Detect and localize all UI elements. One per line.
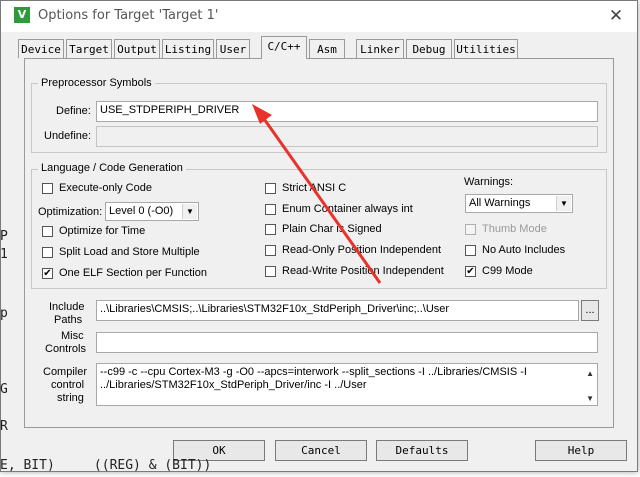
include-paths-label-line2: Paths — [54, 314, 83, 326]
thumb-mode-checkbox[interactable] — [465, 224, 476, 235]
tab-asm[interactable]: Asm — [309, 39, 345, 58]
undefine-input[interactable] — [96, 126, 598, 147]
misc-controls-label-line1: Misc — [61, 330, 84, 342]
thumb-mode-label: Thumb Mode — [482, 223, 547, 235]
no-auto-includes-checkbox[interactable] — [465, 245, 476, 256]
compiler-control-line2: ../Libraries/STM32F10x_StdPeriph_Driver/… — [100, 379, 367, 391]
execute-only-checkbox[interactable] — [42, 183, 53, 194]
chevron-down-icon: ▼ — [556, 196, 571, 211]
compiler-control-label-line3: string — [57, 392, 84, 404]
execute-only-label: Execute-only Code — [59, 182, 152, 194]
tab-device[interactable]: Device — [18, 39, 64, 58]
keil-app-icon: V — [14, 7, 30, 23]
optimization-label: Optimization: — [38, 206, 103, 218]
read-only-position-independent-checkbox[interactable] — [265, 245, 276, 256]
read-write-position-independent-label: Read-Write Position Independent — [282, 265, 444, 277]
compiler-control-line1: --c99 -c --cpu Cortex-M3 -g -O0 --apcs=i… — [100, 366, 527, 378]
chevron-down-icon: ▼ — [182, 204, 197, 219]
tab-linker[interactable]: Linker — [356, 39, 404, 58]
c99-mode-label: C99 Mode — [482, 265, 533, 277]
background-code-line: 1 — [0, 247, 8, 262]
tab-c-cpp[interactable]: C/C++ — [261, 36, 307, 59]
background-code-line: E, BIT) ((REG) & (BIT)) — [0, 458, 212, 473]
tab-listing[interactable]: Listing — [162, 39, 214, 58]
scroll-up-icon[interactable]: ▲ — [586, 367, 594, 380]
close-icon[interactable]: ✕ — [605, 6, 627, 26]
tab-user[interactable]: User — [216, 39, 250, 58]
tab-output[interactable]: Output — [114, 39, 160, 58]
title-bar: V Options for Target 'Target 1' ✕ — [1, 1, 637, 32]
background-code-line: G — [0, 382, 8, 397]
warnings-value: All Warnings — [469, 197, 531, 209]
undefine-label: Undefine: — [44, 130, 92, 142]
compiler-control-label-line1: Compiler — [43, 366, 88, 378]
compiler-control-string[interactable]: --c99 -c --cpu Cortex-M3 -g -O0 --apcs=i… — [96, 363, 598, 406]
read-only-position-independent-label: Read-Only Position Independent — [282, 244, 441, 256]
browse-include-paths-button[interactable]: ... — [581, 300, 599, 321]
warnings-label: Warnings: — [464, 176, 514, 188]
background-code-line: p — [0, 306, 8, 321]
one-elf-section-checkbox[interactable]: ✔ — [42, 268, 53, 279]
background-code-line: P — [0, 229, 8, 244]
window-title: Options for Target 'Target 1' — [38, 8, 219, 23]
options-dialog: V Options for Target 'Target 1' ✕ Device… — [0, 0, 638, 472]
enum-container-label: Enum Container always int — [282, 203, 413, 215]
warnings-select[interactable]: All Warnings ▼ — [465, 194, 573, 213]
plain-char-signed-label: Plain Char is Signed — [282, 223, 382, 235]
misc-controls-input[interactable] — [96, 332, 598, 353]
tab-debug[interactable]: Debug — [406, 39, 452, 58]
optimization-value: Level 0 (-O0) — [109, 205, 174, 217]
language-code-generation-title: Language / Code Generation — [38, 162, 186, 174]
no-auto-includes-label: No Auto Includes — [482, 244, 566, 256]
plain-char-signed-checkbox[interactable] — [265, 224, 276, 235]
strict-ansi-checkbox[interactable] — [265, 183, 276, 194]
split-load-store-checkbox[interactable] — [42, 247, 53, 258]
tab-utilities[interactable]: Utilities — [454, 39, 518, 58]
cancel-button[interactable]: Cancel — [275, 440, 367, 461]
define-input[interactable]: USE_STDPERIPH_DRIVER — [96, 101, 598, 122]
compiler-control-label-line2: control — [51, 379, 85, 391]
defaults-button[interactable]: Defaults — [376, 440, 468, 461]
c99-mode-checkbox[interactable]: ✔ — [465, 266, 476, 277]
tab-target[interactable]: Target — [66, 39, 112, 58]
strict-ansi-label: Strict ANSI C — [282, 182, 347, 194]
optimize-for-time-checkbox[interactable] — [42, 226, 53, 237]
help-button[interactable]: Help — [535, 440, 627, 461]
include-paths-input[interactable]: ..\Libraries\CMSIS;..\Libraries\STM32F10… — [96, 300, 579, 321]
scroll-down-icon[interactable]: ▼ — [586, 392, 594, 405]
split-load-store-label: Split Load and Store Multiple — [59, 246, 200, 258]
include-paths-label-line1: Include — [49, 301, 85, 313]
define-label: Define: — [56, 105, 91, 117]
preprocessor-symbols-title: Preprocessor Symbols — [38, 77, 155, 89]
one-elf-section-label: One ELF Section per Function — [59, 267, 207, 279]
optimize-for-time-label: Optimize for Time — [59, 225, 146, 237]
misc-controls-label-line2: Controls — [45, 343, 86, 355]
read-write-position-independent-checkbox[interactable] — [265, 266, 276, 277]
background-code-line: R — [0, 419, 8, 434]
optimization-select[interactable]: Level 0 (-O0) ▼ — [105, 202, 199, 221]
enum-container-checkbox[interactable] — [265, 204, 276, 215]
